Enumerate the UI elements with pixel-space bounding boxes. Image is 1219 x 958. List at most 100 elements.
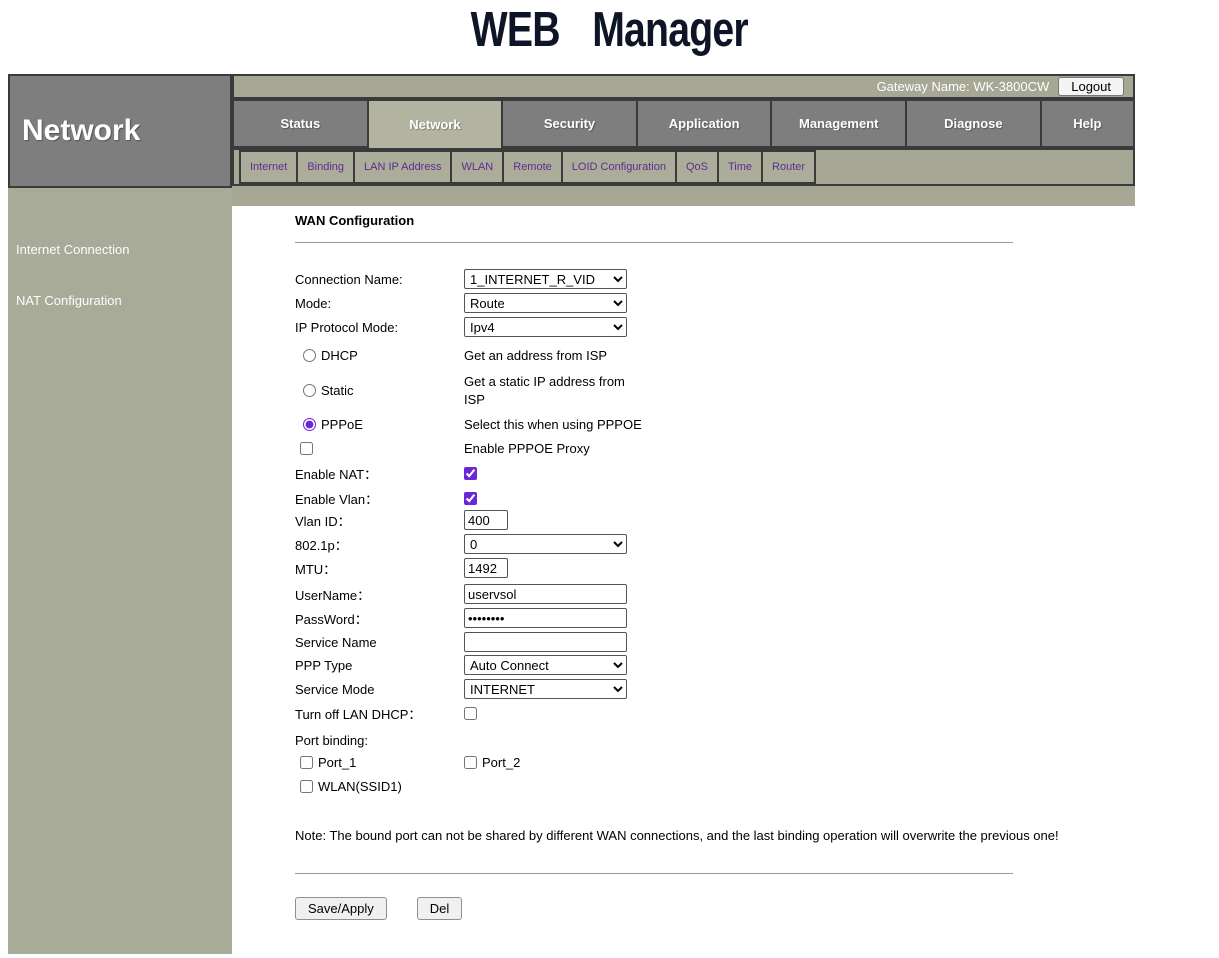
turn-off-lan-dhcp-row: Turn off LAN DHCP： [295,704,1119,723]
enable-nat-checkbox[interactable] [464,467,477,480]
port-1-label: Port_1 [318,755,356,770]
dhcp-row: DHCP Get an address from ISP [295,345,1119,365]
port-2-checkbox[interactable] [464,756,477,769]
static-desc: Get a static IP address from ISP [464,373,636,408]
mode-row: Mode: Route [295,293,1119,313]
action-buttons: Save/Apply Del [295,897,1119,920]
port-binding-label: Port binding: [295,733,464,748]
service-name-label: Service Name [295,635,464,650]
logout-button[interactable]: Logout [1058,77,1124,96]
subtab-qos[interactable]: QoS [675,150,719,184]
port-2-label: Port_2 [482,755,520,770]
divider-top [295,242,1013,243]
header-bottom-band [232,186,1135,206]
page-title: WEB Manager [471,2,748,58]
mtu-row: MTU： [295,558,1119,578]
save-apply-button[interactable]: Save/Apply [295,897,387,920]
mode-label: Mode: [295,296,464,311]
section-title: Network [10,76,230,148]
sub-nav-tabs: Internet Binding LAN IP Address WLAN Rem… [232,148,1135,186]
tab-diagnose[interactable]: Diagnose [907,101,1042,146]
turn-off-lan-dhcp-label: Turn off LAN DHCP： [295,704,464,723]
mtu-input[interactable] [464,558,508,578]
mode-select[interactable]: Route [464,293,627,313]
dot1p-label: 802.1p： [295,535,464,554]
dhcp-radio[interactable] [303,349,316,362]
connection-name-select[interactable]: 1_INTERNET_R_VID [464,269,627,289]
turn-off-lan-dhcp-checkbox[interactable] [464,707,477,720]
username-input[interactable] [464,584,627,604]
divider-bottom [295,873,1013,874]
static-row: Static Get a static IP address from ISP [295,373,1119,408]
ip-protocol-mode-select[interactable]: Ipv4 [464,317,627,337]
dot1p-row: 802.1p： 0 [295,534,1119,554]
section-title-box: Network [8,74,232,188]
enable-vlan-label: Enable Vlan： [295,489,464,508]
sidebar: Internet Connection NAT Configuration [8,188,232,954]
connection-name-label: Connection Name: [295,272,464,287]
ppp-type-select[interactable]: Auto Connect [464,655,627,675]
pppoe-proxy-checkbox[interactable] [300,442,313,455]
form-title: WAN Configuration [295,213,1119,228]
password-input[interactable] [464,608,627,628]
port-checkboxes-row: Port_1 Port_2 [295,754,1119,770]
del-button[interactable]: Del [417,897,463,920]
subtab-binding[interactable]: Binding [296,150,355,184]
subtab-remote[interactable]: Remote [502,150,563,184]
pppoe-row: PPPoE Select this when using PPPOE [295,414,1119,434]
tab-management[interactable]: Management [772,101,907,146]
subtab-wlan[interactable]: WLAN [450,150,504,184]
enable-vlan-checkbox[interactable] [464,492,477,505]
service-mode-label: Service Mode [295,682,464,697]
tab-network[interactable]: Network [369,101,504,148]
sidebar-item-internet-connection[interactable]: Internet Connection [16,242,129,257]
gateway-name-label: Gateway Name: WK-3800CW [877,79,1050,94]
pppoe-radio[interactable] [303,418,316,431]
service-mode-select[interactable]: INTERNET [464,679,627,699]
subtab-time[interactable]: Time [717,150,763,184]
wan-configuration-panel: WAN Configuration Connection Name: 1_INT… [295,213,1119,920]
subtab-loid-configuration[interactable]: LOID Configuration [561,150,677,184]
dhcp-label: DHCP [321,348,358,363]
tab-application[interactable]: Application [638,101,773,146]
enable-vlan-row: Enable Vlan： [295,488,1119,508]
ppp-type-row: PPP Type Auto Connect [295,655,1119,675]
static-radio[interactable] [303,384,316,397]
subtab-router[interactable]: Router [761,150,816,184]
page-header: WEB Manager [0,2,1219,58]
sidebar-item-nat-configuration[interactable]: NAT Configuration [16,293,122,308]
binding-note: Note: The bound port can not be shared b… [295,828,1095,845]
vlan-id-input[interactable] [464,510,508,530]
enable-nat-row: Enable NAT： [295,463,1119,483]
service-name-input[interactable] [464,632,627,652]
service-mode-row: Service Mode INTERNET [295,679,1119,699]
tab-status[interactable]: Status [234,101,369,146]
tab-security[interactable]: Security [503,101,638,146]
wlan-ssid1-label: WLAN(SSID1) [318,779,402,794]
username-label: UserName： [295,585,464,604]
dhcp-desc: Get an address from ISP [464,348,607,363]
pppoe-label: PPPoE [321,417,363,432]
password-label: PassWord： [295,609,464,628]
port-1-checkbox[interactable] [300,756,313,769]
enable-nat-label: Enable NAT： [295,464,464,483]
static-label: Static [321,383,354,398]
subtab-lan-ip-address[interactable]: LAN IP Address [353,150,452,184]
main-nav-tabs: Status Network Security Application Mana… [232,99,1135,148]
password-row: PassWord： [295,608,1119,628]
username-row: UserName： [295,584,1119,604]
pppoe-proxy-desc: Enable PPPOE Proxy [464,441,590,456]
ip-protocol-mode-row: IP Protocol Mode: Ipv4 [295,317,1119,337]
mtu-label: MTU： [295,559,464,578]
wlan-ssid1-row: WLAN(SSID1) [295,778,1119,794]
pppoe-desc: Select this when using PPPOE [464,417,642,432]
vlan-id-label: Vlan ID： [295,511,464,530]
subtab-internet[interactable]: Internet [239,150,298,184]
vlan-id-row: Vlan ID： [295,510,1119,530]
wlan-ssid1-checkbox[interactable] [300,780,313,793]
pppoe-proxy-row: Enable PPPOE Proxy [295,438,1119,458]
dot1p-select[interactable]: 0 [464,534,627,554]
tab-help[interactable]: Help [1042,101,1133,146]
ppp-type-label: PPP Type [295,658,464,673]
ip-protocol-mode-label: IP Protocol Mode: [295,320,464,335]
